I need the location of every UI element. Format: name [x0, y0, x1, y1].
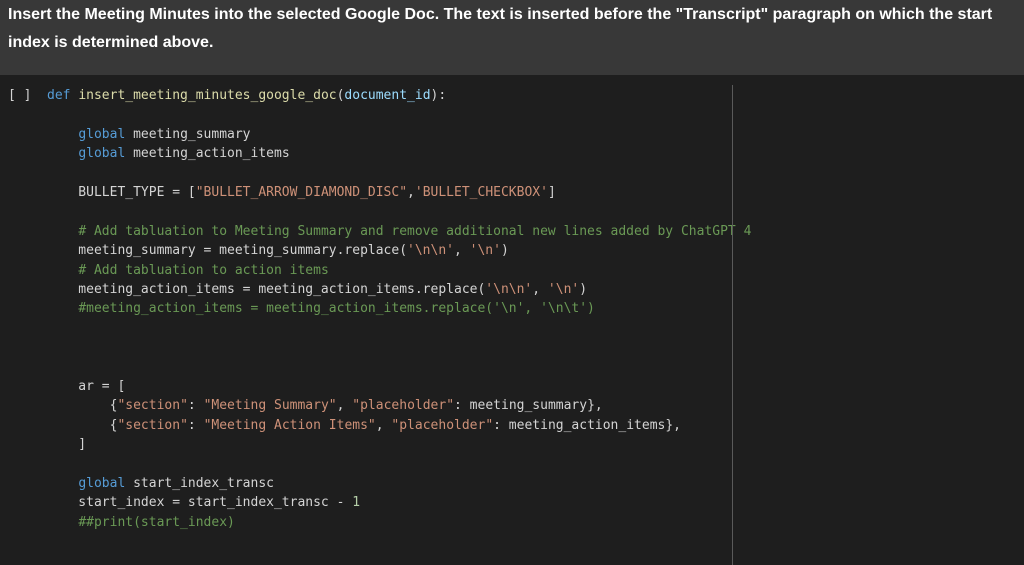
code-line: ] — [47, 435, 751, 454]
code-line: ar = [ — [47, 377, 751, 396]
code-token-plain: BULLET_TYPE = [ — [47, 184, 196, 200]
code-token-comment: #meeting_action_items = meeting_action_i… — [78, 301, 595, 317]
code-line: global start_index_transc — [47, 474, 751, 493]
code-token-plain: ] — [47, 437, 87, 453]
code-token-string: "section" — [117, 417, 188, 433]
markdown-cell: Insert the Meeting Minutes into the sele… — [0, 0, 1024, 75]
code-token-plain: meeting_action_items = meeting_action_it… — [47, 281, 486, 297]
code-token-string: '\n' — [469, 243, 501, 259]
code-token-plain: : — [187, 398, 204, 414]
code-token-string: "Meeting Summary" — [203, 398, 337, 414]
code-token-plain: , — [532, 281, 548, 297]
code-line: # Add tabluation to Meeting Summary and … — [47, 222, 751, 241]
code-editor[interactable]: def insert_meeting_minutes_google_doc(do… — [47, 86, 751, 532]
code-line: start_index = start_index_transc - 1 — [47, 493, 751, 512]
code-token-plain: ar = [ — [47, 378, 126, 394]
code-line: {"section": "Meeting Summary", "placehol… — [47, 396, 751, 415]
code-line: BULLET_TYPE = ["BULLET_ARROW_DIAMOND_DIS… — [47, 183, 751, 202]
editor-ruler — [732, 85, 733, 565]
code-token-plain: ) — [500, 243, 509, 259]
code-token-keyword: global — [78, 126, 126, 142]
code-token-plain: { — [47, 398, 118, 414]
code-token-plain: ): — [430, 88, 447, 103]
code-token-plain: meeting_action_items — [125, 146, 290, 162]
code-token-string: "BULLET_ARROW_DIAMOND_DISC" — [195, 184, 408, 200]
code-token-plain: , — [375, 417, 392, 433]
code-line: global meeting_summary — [47, 125, 751, 144]
code-token-plain: : meeting_summary}, — [454, 398, 603, 414]
code-line: global meeting_action_items — [47, 144, 751, 163]
code-line: meeting_summary = meeting_summary.replac… — [47, 241, 751, 260]
markdown-cell-text: Insert the Meeting Minutes into the sele… — [8, 6, 993, 51]
code-token-keyword: global — [78, 475, 126, 491]
code-token-param: document_id — [344, 88, 431, 103]
code-token-string: "section" — [117, 398, 188, 414]
code-token-plain: , — [454, 243, 470, 259]
code-token-string: '\n' — [547, 281, 580, 297]
code-token-plain: ) — [579, 281, 588, 297]
code-token-plain: meeting_summary = meeting_summary.replac… — [47, 243, 408, 259]
code-token-plain: : meeting_action_items}, — [493, 417, 681, 433]
code-token-plain: ] — [547, 184, 556, 200]
code-token-keyword: global — [78, 146, 126, 162]
run-cell-button[interactable]: [ ] — [8, 86, 31, 105]
code-line: {"section": "Meeting Action Items", "pla… — [47, 416, 751, 435]
code-token-function: insert_meeting_minutes_google_doc — [78, 88, 337, 103]
code-token-number: 1 — [352, 495, 361, 511]
code-token-comment: # Add tabluation to Meeting Summary and … — [78, 223, 752, 239]
code-token-plain: { — [47, 417, 118, 433]
code-token-plain: : — [187, 417, 204, 433]
code-token-string: "placeholder" — [352, 398, 455, 414]
code-line: # Add tabluation to action items — [47, 261, 751, 280]
code-token-string: "Meeting Action Items" — [203, 417, 376, 433]
code-token-string: '\n\n' — [407, 243, 454, 259]
code-line: #meeting_action_items = meeting_action_i… — [47, 299, 751, 318]
code-token-comment: ##print(start_index) — [78, 514, 235, 530]
code-token-plain: start_index = start_index_transc - — [47, 495, 353, 511]
code-line: def insert_meeting_minutes_google_doc(do… — [47, 86, 751, 105]
code-token-comment: # Add tabluation to action items — [78, 262, 329, 278]
code-token-plain: start_index_transc — [125, 475, 274, 491]
code-token-plain: meeting_summary — [125, 126, 251, 142]
code-token-plain: , — [336, 398, 353, 414]
code-token-keyword: def — [47, 88, 71, 103]
code-line: meeting_action_items = meeting_action_it… — [47, 280, 751, 299]
code-token-string: '\n\n' — [485, 281, 533, 297]
code-cell[interactable]: [ ] def insert_meeting_minutes_google_do… — [0, 75, 1024, 565]
code-token-plain: , — [407, 184, 415, 200]
code-token-string: "placeholder" — [391, 417, 494, 433]
code-token-string: 'BULLET_CHECKBOX' — [414, 184, 548, 200]
code-line: ##print(start_index) — [47, 513, 751, 532]
